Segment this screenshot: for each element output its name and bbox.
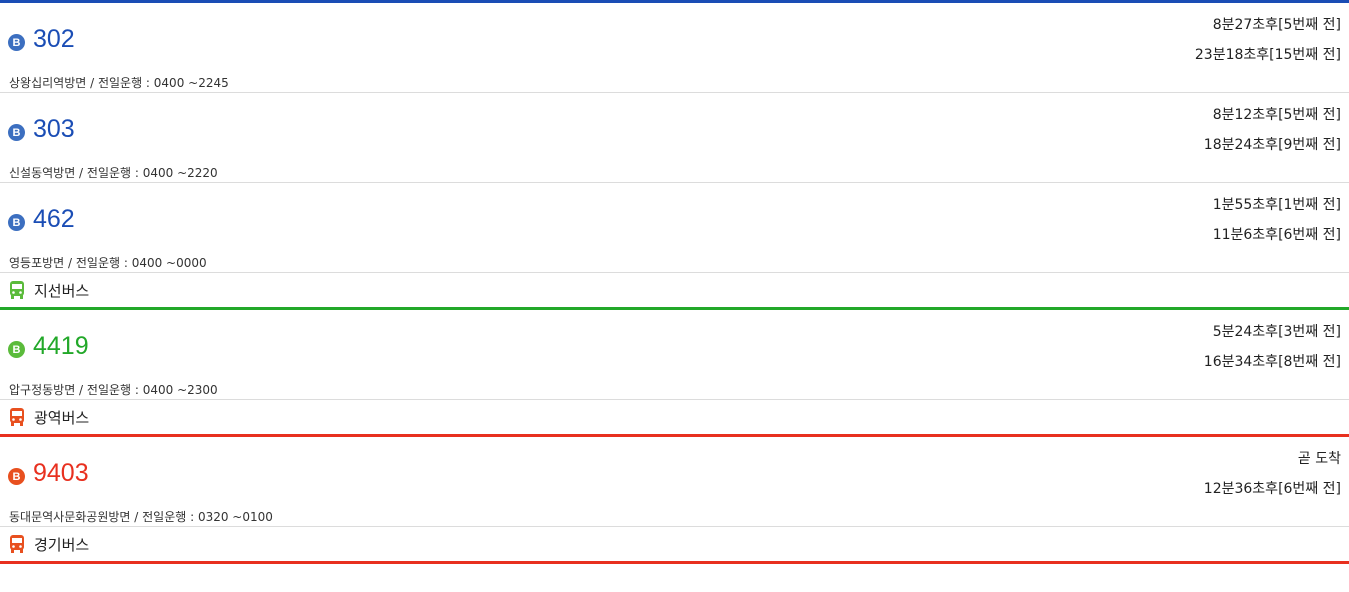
route-row[interactable]: B 303 신설동역방면 / 전일운행 : 0400 ~2220 8분12초후[… bbox=[0, 93, 1349, 183]
arrival-times: 1분55초후[1번째 전] 11분6초후[6번째 전] bbox=[1213, 197, 1341, 257]
bus-type-label: 광역버스 bbox=[34, 408, 90, 427]
bus-badge-icon: B bbox=[8, 34, 25, 51]
route-number[interactable]: 9403 bbox=[33, 459, 89, 488]
arrival-second: 12분36초후[6번째 전] bbox=[1203, 481, 1341, 497]
route-header: B 302 bbox=[8, 25, 75, 54]
bus-badge-icon: B bbox=[8, 214, 25, 231]
route-header: B 462 bbox=[8, 205, 75, 234]
arrival-times: 곧 도착 12분36초후[6번째 전] bbox=[1204, 451, 1341, 511]
bus-arrival-list: B 302 상왕십리역방면 / 전일운행 : 0400 ~2245 8분27초후… bbox=[0, 0, 1349, 592]
route-header: B 4419 bbox=[8, 332, 89, 361]
arrival-second: 16분34초후[8번째 전] bbox=[1203, 354, 1341, 370]
route-row[interactable]: B 4419 압구정동방면 / 전일운행 : 0400 ~2300 5분24초후… bbox=[0, 310, 1349, 400]
route-number[interactable]: 303 bbox=[33, 115, 75, 144]
route-direction-info: 신설동역방면 / 전일운행 : 0400 ~2220 bbox=[9, 166, 218, 180]
bus-type-header-branch: 지선버스 bbox=[0, 273, 1349, 307]
arrival-first: 8분27초후[5번째 전] bbox=[1212, 17, 1341, 33]
arrival-times: 8분12초후[5번째 전] 18분24초후[9번째 전] bbox=[1204, 107, 1341, 167]
bus-icon bbox=[9, 281, 25, 299]
route-row[interactable]: B 9403 동대문역사문화공원방면 / 전일운행 : 0320 ~0100 곧… bbox=[0, 437, 1349, 527]
route-direction-info: 상왕십리역방면 / 전일운행 : 0400 ~2245 bbox=[9, 76, 229, 90]
route-header: B 9403 bbox=[8, 459, 89, 488]
route-number[interactable]: 462 bbox=[33, 205, 75, 234]
arrival-second: 11분6초후[6번째 전] bbox=[1212, 227, 1341, 243]
route-number[interactable]: 4419 bbox=[33, 332, 89, 361]
arrival-first: 8분12초후[5번째 전] bbox=[1212, 107, 1341, 123]
arrival-first: 5분24초후[3번째 전] bbox=[1212, 324, 1341, 340]
bus-icon bbox=[9, 535, 25, 553]
arrival-first: 1분55초후[1번째 전] bbox=[1212, 197, 1341, 213]
route-direction-info: 압구정동방면 / 전일운행 : 0400 ~2300 bbox=[9, 383, 218, 397]
route-row[interactable]: B 462 영등포방면 / 전일운행 : 0400 ~0000 1분55초후[1… bbox=[0, 183, 1349, 273]
route-row[interactable]: B 302 상왕십리역방면 / 전일운행 : 0400 ~2245 8분27초후… bbox=[0, 3, 1349, 93]
bus-type-label: 지선버스 bbox=[34, 281, 90, 300]
bus-icon bbox=[9, 408, 25, 426]
bus-type-label: 경기버스 bbox=[34, 535, 90, 554]
bus-type-header-gyeonggi: 경기버스 bbox=[0, 527, 1349, 561]
arrival-second: 23분18초후[15번째 전] bbox=[1194, 47, 1341, 63]
arrival-times: 8분27초후[5번째 전] 23분18초후[15번째 전] bbox=[1195, 17, 1341, 77]
route-number[interactable]: 302 bbox=[33, 25, 75, 54]
arrival-times: 5분24초후[3번째 전] 16분34초후[8번째 전] bbox=[1204, 324, 1341, 384]
route-header: B 303 bbox=[8, 115, 75, 144]
route-direction-info: 동대문역사문화공원방면 / 전일운행 : 0320 ~0100 bbox=[9, 510, 273, 524]
bus-badge-icon: B bbox=[8, 468, 25, 485]
bus-type-header-express: 광역버스 bbox=[0, 400, 1349, 434]
group-divider-gyeonggi bbox=[0, 561, 1349, 564]
bus-badge-icon: B bbox=[8, 124, 25, 141]
route-direction-info: 영등포방면 / 전일운행 : 0400 ~0000 bbox=[9, 256, 207, 270]
bus-badge-icon: B bbox=[8, 341, 25, 358]
arrival-second: 18분24초후[9번째 전] bbox=[1203, 137, 1341, 153]
arrival-first: 곧 도착 bbox=[1297, 451, 1341, 467]
